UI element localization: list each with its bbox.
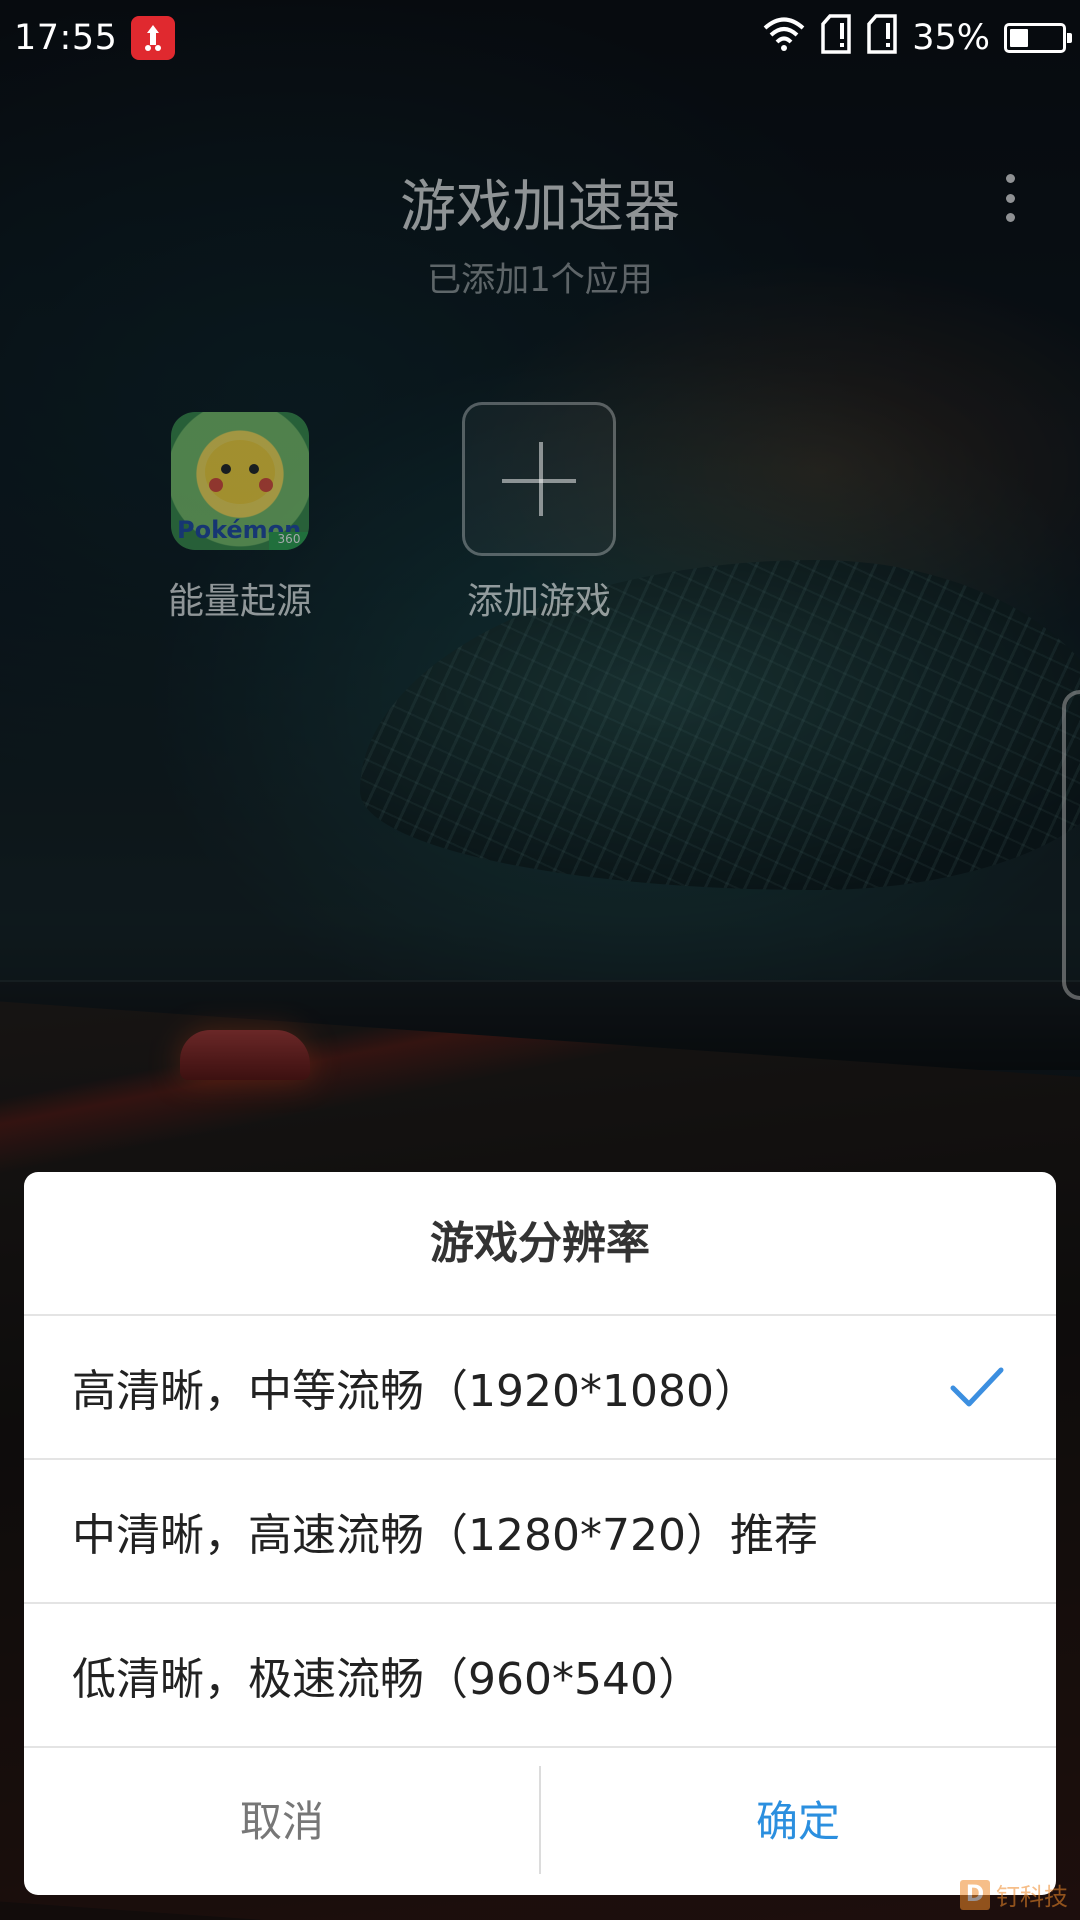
option-960x540[interactable]: 低清晰，极速流畅（960*540）: [24, 1604, 1056, 1748]
action-divider: [539, 1766, 541, 1874]
side-drawer-handle[interactable]: [1062, 690, 1080, 1000]
check-icon: [950, 1366, 1004, 1408]
status-icons: 35%: [762, 13, 1072, 63]
confirm-button[interactable]: 确定: [540, 1748, 1056, 1889]
status-bar: 17:55 35%: [0, 0, 1080, 76]
option-1280x720[interactable]: 中清晰，高速流畅（1280*720）推荐: [24, 1460, 1056, 1604]
watermark: D 钉科技: [960, 1877, 1068, 1912]
watermark-text: 钉科技: [996, 1883, 1068, 1911]
app-label: 能量起源: [167, 581, 312, 622]
watermark-logo: D: [960, 1879, 990, 1910]
dialog-actions: 取消 确定: [24, 1748, 1056, 1889]
option-label: 中清晰，高速流畅（1280*720）推荐: [72, 1510, 818, 1561]
dialog-title: 游戏分辨率: [24, 1172, 1056, 1316]
plus-icon: [462, 402, 616, 556]
cancel-button[interactable]: 取消: [24, 1748, 540, 1889]
sim1-icon: [820, 13, 852, 63]
option-label: 低清晰，极速流畅（960*540）: [72, 1654, 702, 1705]
battery-level: [1010, 29, 1028, 47]
option-label: 高清晰，中等流畅（1920*1080）: [72, 1366, 758, 1417]
app-badge-icon: [131, 16, 176, 60]
app-tile-game[interactable]: Pokémon 360 能量起源: [160, 412, 320, 624]
status-time: 17:55: [14, 18, 118, 58]
add-game-button[interactable]: 添加游戏: [454, 402, 624, 624]
page-subtitle: 已添加1个应用: [427, 260, 653, 300]
game-icon-badge: 360: [269, 532, 309, 550]
add-game-label: 添加游戏: [466, 581, 611, 622]
sim2-icon: [866, 13, 898, 63]
battery-percent: 35%: [912, 18, 990, 58]
wifi-icon: [762, 17, 806, 60]
resolution-dialog: 游戏分辨率 高清晰，中等流畅（1920*1080） 中清晰，高速流畅（1280*…: [24, 1172, 1056, 1895]
game-icon: Pokémon 360: [171, 412, 309, 550]
more-vertical-icon[interactable]: [990, 170, 1030, 226]
page-title: 游戏加速器: [400, 175, 680, 240]
battery-icon: [1004, 23, 1072, 53]
option-1920x1080[interactable]: 高清晰，中等流畅（1920*1080）: [24, 1316, 1056, 1460]
